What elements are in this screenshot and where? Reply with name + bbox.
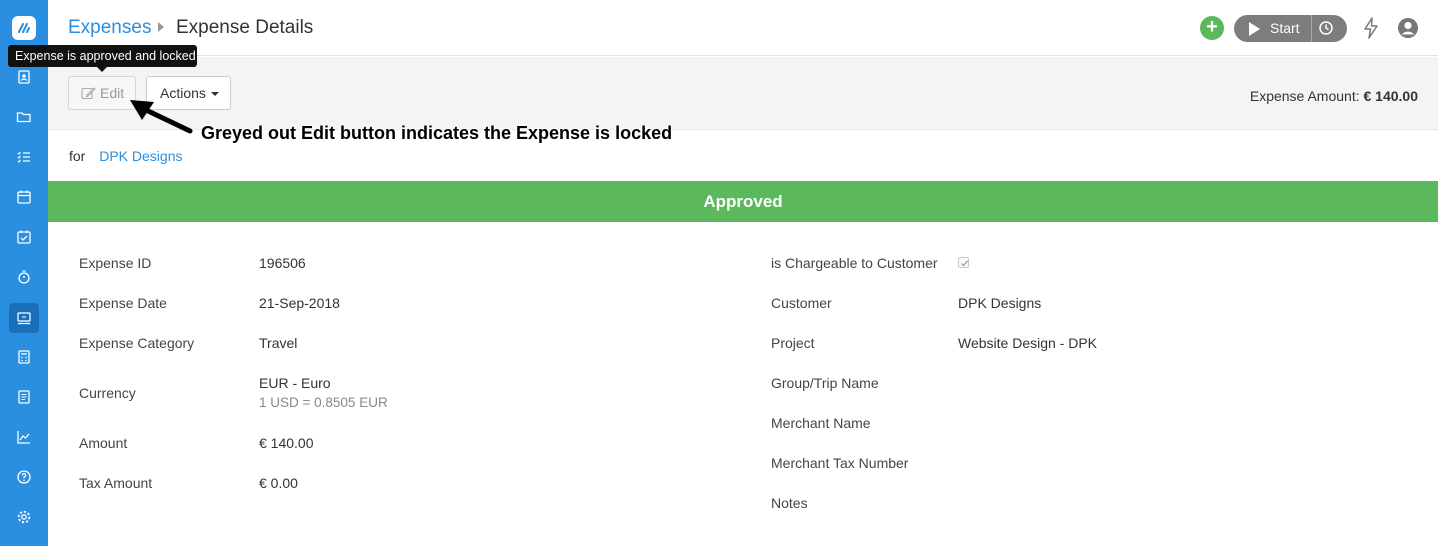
expense-id-label: Expense ID (79, 255, 152, 271)
expense-amount-value: € 140.00 (1363, 88, 1419, 104)
divider (1311, 15, 1312, 42)
tax-amount-label: Tax Amount (79, 475, 153, 491)
calendar-check-icon[interactable] (9, 222, 39, 252)
timer-control: Start (1234, 15, 1347, 42)
currency-label: Currency (79, 385, 136, 401)
customer-link[interactable]: DPK Designs (99, 148, 182, 164)
breadcrumb-separator-icon (158, 22, 164, 32)
edit-label: Edit (100, 85, 125, 101)
notes-label: Notes (771, 495, 808, 511)
expense-date-value: 21-Sep-2018 (259, 295, 340, 311)
stopwatch-icon[interactable] (9, 262, 39, 292)
merchant-tax-number-label: Merchant Tax Number (771, 455, 909, 471)
reports-icon[interactable] (9, 422, 39, 452)
breadcrumb-expenses-link[interactable]: Expenses (68, 17, 151, 39)
tax-amount-value: € 0.00 (259, 475, 298, 491)
user-avatar-icon[interactable] (1397, 17, 1419, 42)
amount-value: € 140.00 (259, 435, 314, 451)
expenses-icon[interactable] (9, 303, 39, 333)
chargeable-label: is Chargeable to Customer (771, 255, 938, 271)
header: Expenses Expense Details + Start (48, 0, 1438, 56)
status-banner: Approved (48, 181, 1438, 222)
caret-down-icon (211, 92, 219, 96)
amount-label: Amount (79, 435, 128, 451)
customer-label: Customer (771, 295, 832, 311)
invoice-icon[interactable] (9, 382, 39, 412)
expense-amount-summary: Expense Amount: € 140.00 (1250, 88, 1418, 104)
project-label: Project (771, 335, 815, 351)
start-timer-button[interactable]: Start (1234, 15, 1310, 42)
exchange-rate-value: 1 USD = 0.8505 EUR (259, 395, 388, 410)
customer-value: DPK Designs (958, 295, 1042, 311)
tooltip-arrow (97, 67, 107, 72)
expense-date-label: Expense Date (79, 295, 167, 311)
logo-icon[interactable] (12, 16, 36, 40)
page-title: Expense Details (176, 17, 314, 38)
settings-icon[interactable] (9, 502, 39, 532)
calendar-icon[interactable] (9, 182, 39, 212)
customer-row: for DPK Designs (69, 148, 183, 164)
help-icon[interactable] (9, 462, 39, 492)
clock-icon[interactable] (1318, 20, 1334, 39)
for-label: for (69, 148, 86, 164)
tasks-icon[interactable] (9, 142, 39, 172)
edit-button[interactable]: Edit (68, 76, 136, 110)
merchant-name-label: Merchant Name (771, 415, 871, 431)
currency-value: EUR - Euro (259, 375, 331, 391)
annotation-arrow-icon (130, 100, 193, 134)
group-trip-label: Group/Trip Name (771, 375, 879, 391)
annotation-text: Greyed out Edit button indicates the Exp… (201, 123, 673, 143)
add-button[interactable]: + (1200, 16, 1224, 40)
calculator-icon[interactable] (9, 342, 39, 372)
start-label: Start (1270, 20, 1300, 36)
expense-amount-label: Expense Amount: (1249, 88, 1360, 104)
locked-tooltip: Expense is approved and locked (8, 45, 197, 67)
project-value: Website Design - DPK (958, 335, 1098, 351)
expense-category-value: Travel (259, 335, 298, 351)
play-icon (1249, 22, 1260, 36)
sidebar (0, 0, 48, 546)
toolbar: Edit Actions Expense Amount: € 140.00 (48, 57, 1438, 130)
folder-icon[interactable] (9, 102, 39, 132)
expense-category-label: Expense Category (79, 335, 195, 351)
chargeable-checkbox (958, 257, 969, 268)
bolt-icon[interactable] (1362, 17, 1380, 42)
expense-id-value: 196506 (259, 255, 306, 271)
